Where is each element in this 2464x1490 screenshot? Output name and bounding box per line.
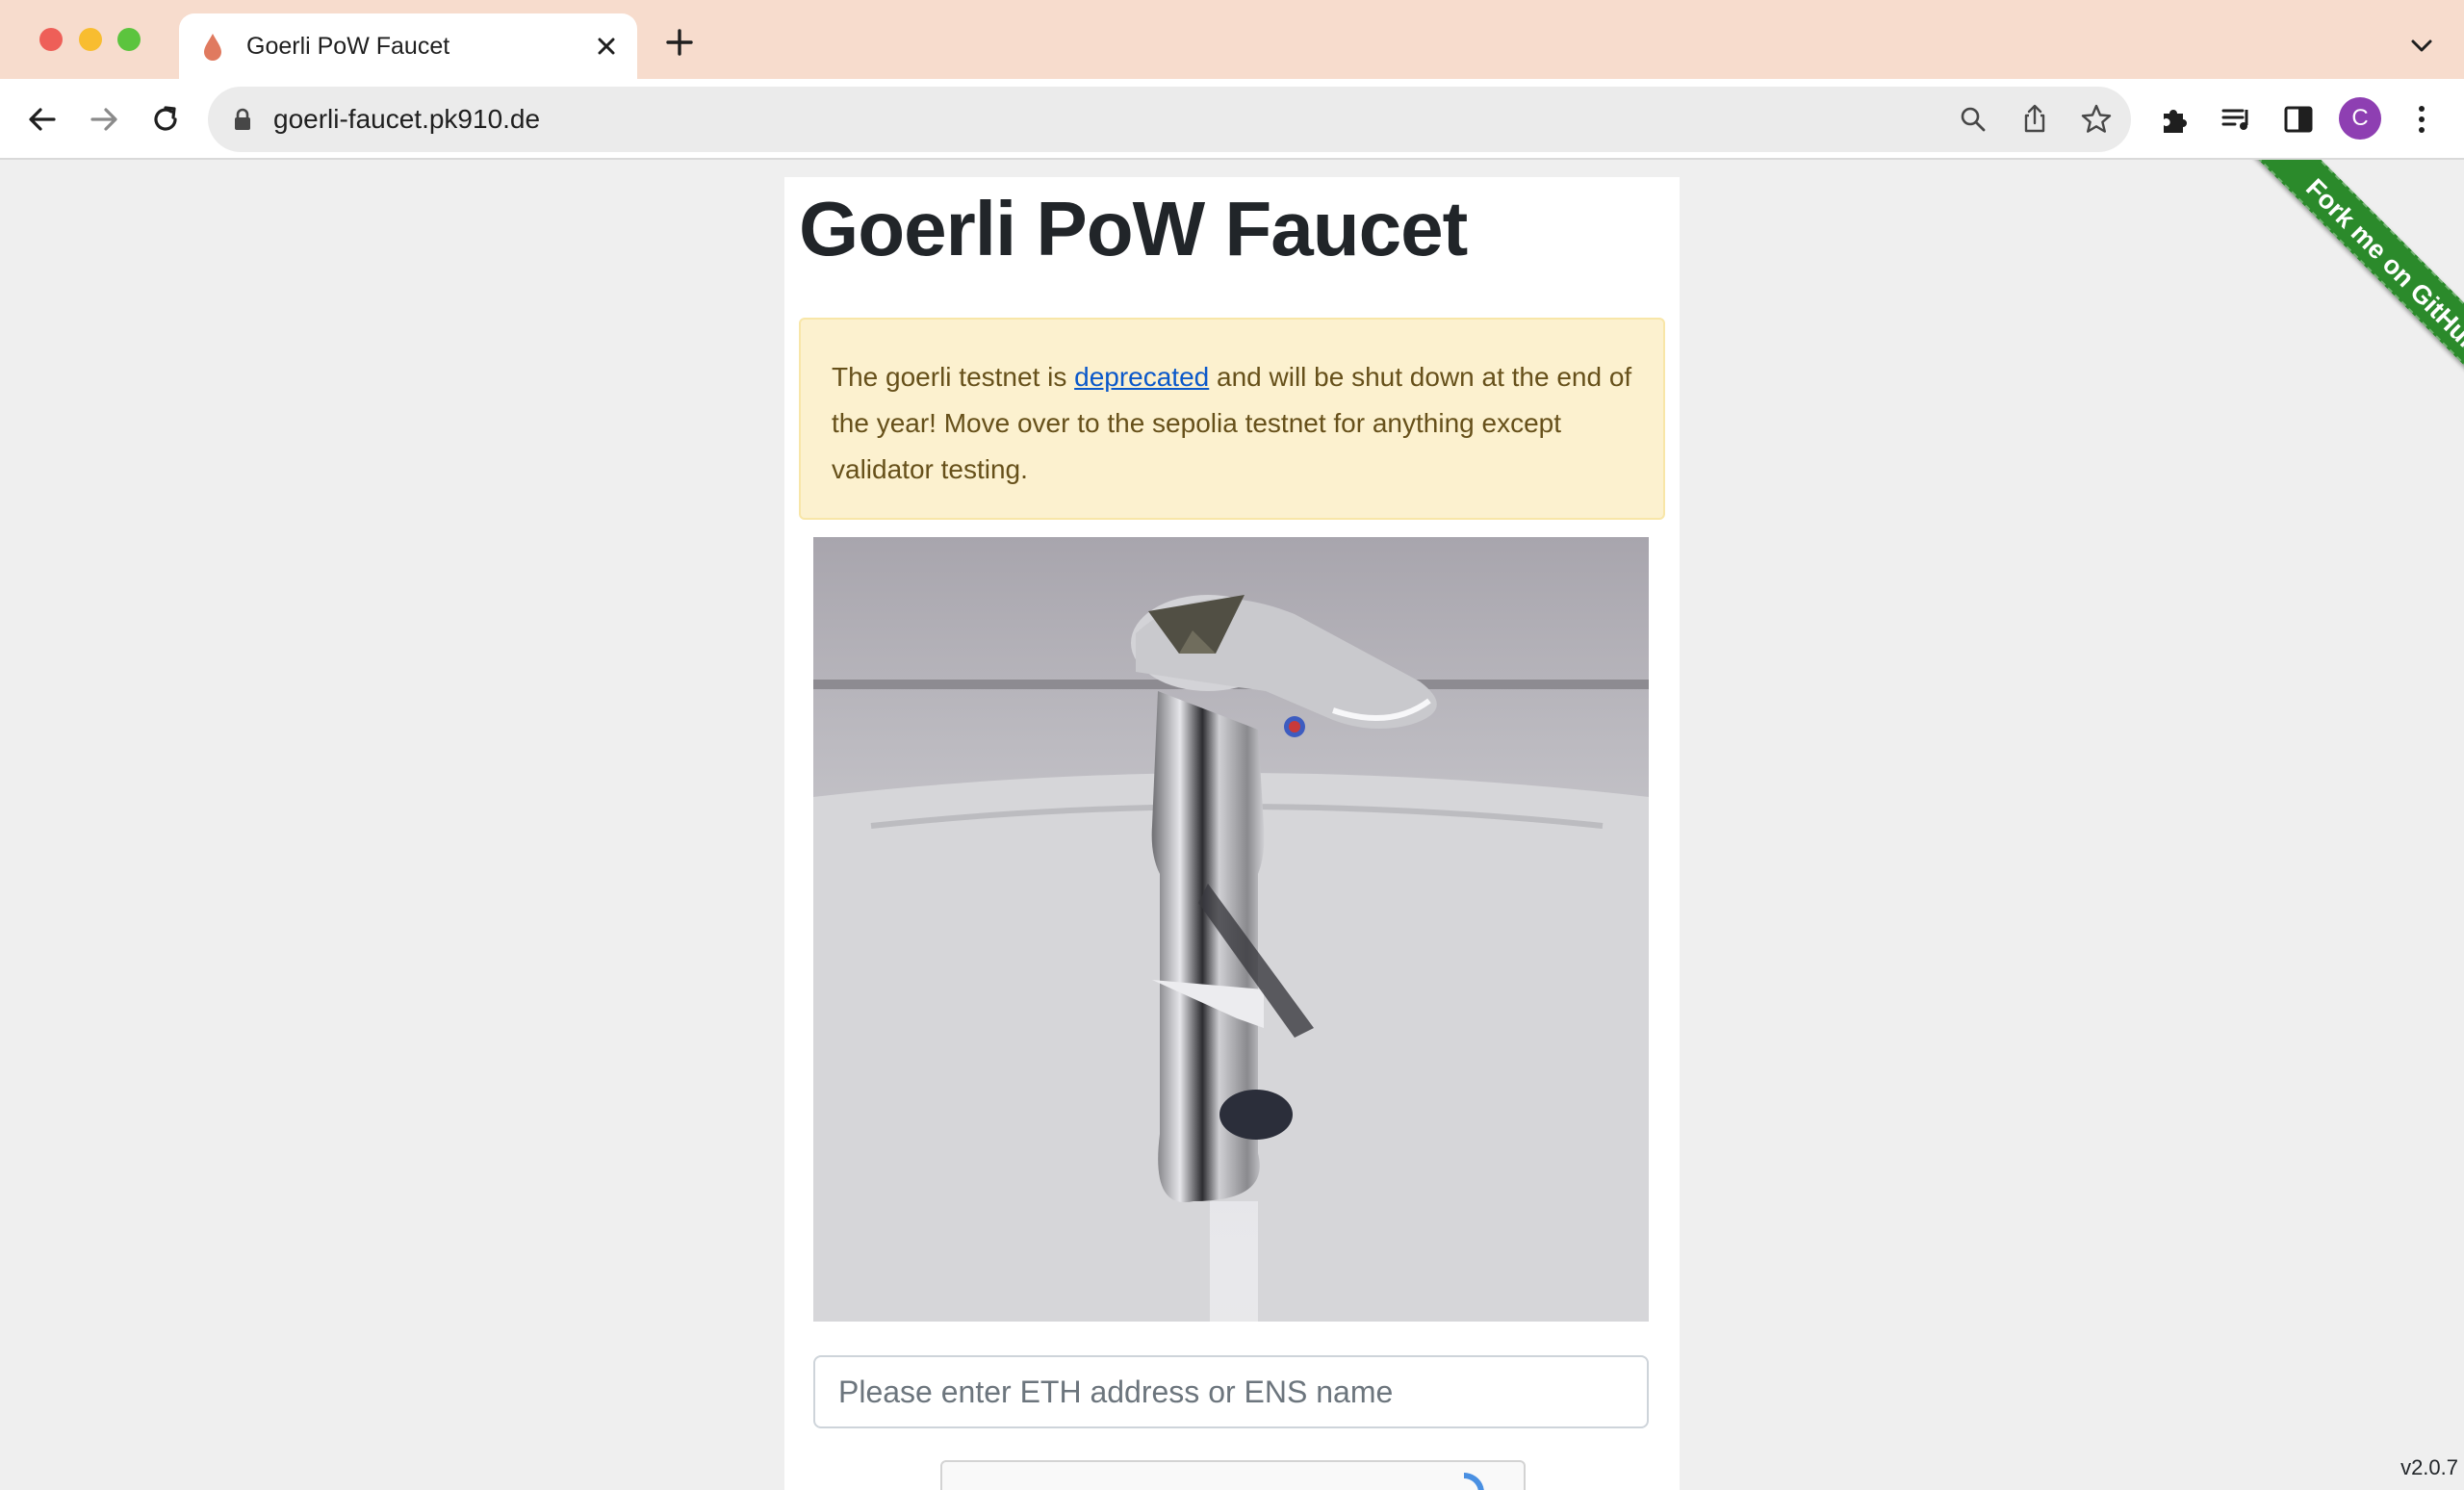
deprecated-link[interactable]: deprecated bbox=[1074, 362, 1209, 392]
browser-tab-active[interactable]: Goerli PoW Faucet bbox=[179, 13, 637, 79]
browser-toolbar: goerli-faucet.pk910.de C bbox=[0, 79, 2464, 160]
tab-title: Goerli PoW Faucet bbox=[246, 33, 450, 60]
captcha-logo-icon bbox=[1463, 1473, 1484, 1490]
window-minimize-button[interactable] bbox=[79, 28, 102, 51]
back-icon[interactable] bbox=[19, 96, 65, 142]
lock-icon[interactable] bbox=[233, 108, 252, 131]
menu-icon[interactable] bbox=[2399, 96, 2445, 142]
browser-tab-strip: Goerli PoW Faucet bbox=[0, 0, 2464, 79]
deprecation-alert: The goerli testnet is deprecated and wil… bbox=[799, 318, 1665, 520]
forward-icon[interactable] bbox=[81, 96, 127, 142]
alert-text-before-link: The goerli testnet is bbox=[832, 362, 1075, 392]
close-tab-icon[interactable] bbox=[589, 29, 624, 64]
faucet-image bbox=[813, 537, 1649, 1322]
faucet-card: Goerli PoW Faucet The goerli testnet is … bbox=[784, 177, 1680, 1490]
share-icon[interactable] bbox=[2017, 102, 2052, 137]
url-text[interactable]: goerli-faucet.pk910.de bbox=[273, 87, 540, 152]
reload-icon[interactable] bbox=[142, 96, 189, 142]
github-ribbon[interactable]: Fork me on GitHub bbox=[2185, 160, 2464, 439]
bookmark-star-icon[interactable] bbox=[2079, 102, 2114, 137]
media-control-icon[interactable] bbox=[2214, 96, 2260, 142]
chevron-down-icon[interactable] bbox=[2404, 29, 2439, 64]
window-close-button[interactable] bbox=[39, 28, 63, 51]
version-label: v2.0.7 bbox=[2400, 1455, 2458, 1479]
new-tab-icon[interactable] bbox=[662, 25, 697, 60]
page-viewport: Goerli PoW Faucet The goerli testnet is … bbox=[0, 160, 2464, 1490]
water-drop-icon bbox=[204, 34, 221, 61]
window-zoom-button[interactable] bbox=[117, 28, 141, 51]
extensions-icon[interactable] bbox=[2152, 96, 2198, 142]
side-panel-icon[interactable] bbox=[2275, 96, 2322, 142]
eth-address-input[interactable] bbox=[813, 1355, 1649, 1428]
page-title: Goerli PoW Faucet bbox=[799, 186, 1468, 271]
fork-me-ribbon-label[interactable]: Fork me on GitHub bbox=[2236, 160, 2464, 424]
profile-avatar[interactable]: C bbox=[2339, 97, 2381, 140]
zoom-icon[interactable] bbox=[1956, 102, 1990, 137]
address-bar[interactable]: goerli-faucet.pk910.de bbox=[208, 87, 2131, 152]
captcha-widget[interactable] bbox=[940, 1460, 1526, 1490]
